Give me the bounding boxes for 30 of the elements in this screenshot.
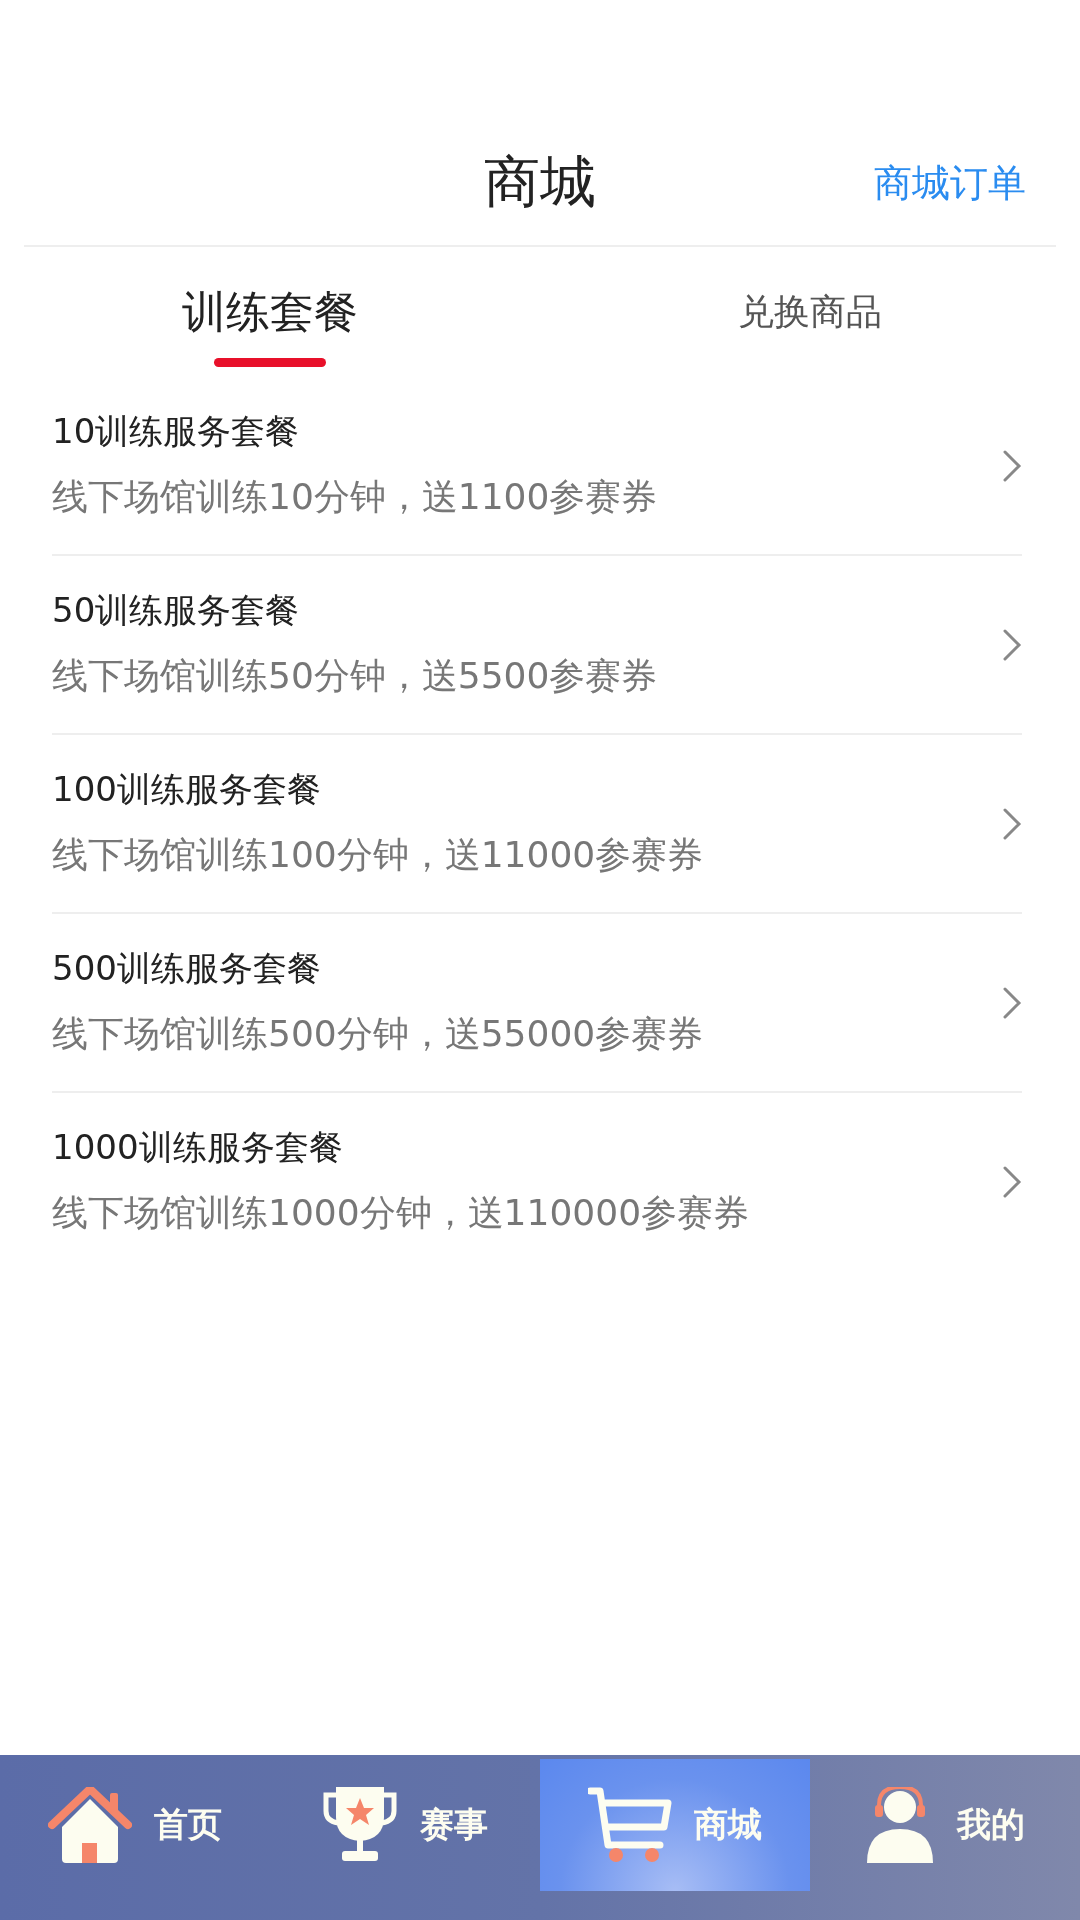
cart-icon: [588, 1787, 672, 1863]
chevron-right-icon: [1002, 627, 1022, 662]
package-description: 线下场馆训练1000分钟，送110000参赛券: [52, 1191, 750, 1235]
chevron-right-icon: [1002, 985, 1022, 1020]
chevron-right-icon: [1002, 448, 1022, 483]
user-headset-icon: [865, 1787, 935, 1863]
package-description: 线下场馆训练10分钟，送1100参赛券: [52, 475, 658, 519]
package-title: 500训练服务套餐: [52, 947, 322, 990]
nav-tab[interactable]: 赛事: [270, 1759, 540, 1891]
chevron-right-icon: [1002, 806, 1022, 841]
package-title: 10训练服务套餐: [52, 410, 301, 453]
package-description: 线下场馆训练100分钟，送11000参赛券: [52, 833, 704, 877]
package-description: 线下场馆训练500分钟，送55000参赛券: [52, 1012, 704, 1056]
package-item[interactable]: 50训练服务套餐 线下场馆训练50分钟，送5500参赛券: [52, 556, 1022, 735]
nav-tab[interactable]: 我的: [810, 1759, 1080, 1891]
house-icon: [48, 1787, 132, 1863]
package-title: 1000训练服务套餐: [52, 1126, 344, 1169]
page-title: 商城: [484, 147, 596, 216]
package-item[interactable]: 500训练服务套餐 线下场馆训练500分钟，送55000参赛券: [52, 914, 1022, 1093]
package-item[interactable]: 1000训练服务套餐 线下场馆训练1000分钟，送110000参赛券: [52, 1093, 1022, 1270]
nav-tab[interactable]: 首页: [0, 1759, 270, 1891]
package-description: 线下场馆训练50分钟，送5500参赛券: [52, 654, 658, 698]
trophy-icon: [322, 1787, 398, 1863]
tab[interactable]: 训练套餐: [0, 247, 540, 377]
package-item[interactable]: 100训练服务套餐 线下场馆训练100分钟，送11000参赛券: [52, 735, 1022, 914]
package-title: 100训练服务套餐: [52, 768, 322, 811]
package-item[interactable]: 10训练服务套餐 线下场馆训练10分钟，送1100参赛券: [52, 377, 1022, 556]
package-title: 50训练服务套餐: [52, 589, 301, 632]
chevron-right-icon: [1002, 1164, 1022, 1199]
tab[interactable]: 兑换商品: [540, 247, 1080, 377]
